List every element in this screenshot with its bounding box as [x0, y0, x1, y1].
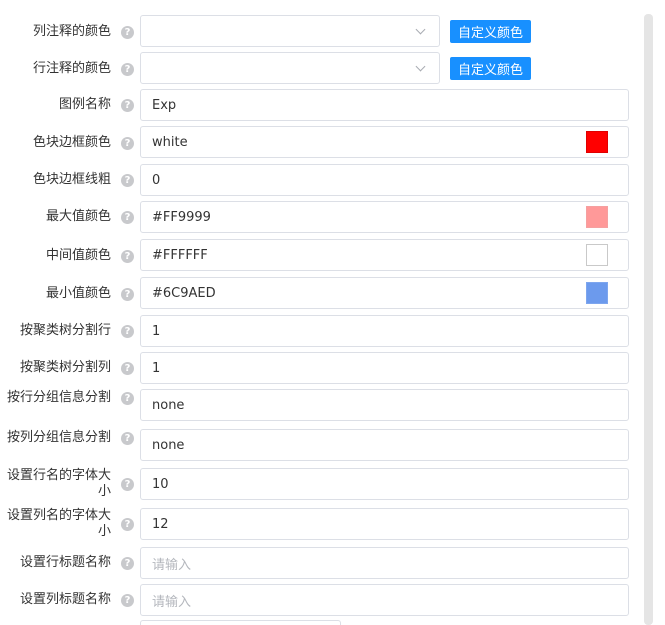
label: 图例名称	[58, 97, 111, 112]
label: 按聚类树分割行	[19, 323, 111, 338]
input-value: Exp	[152, 97, 177, 113]
row-split-cols-by-tree: 按聚类树分割列 ?	[0, 360, 134, 376]
row-col-title: 设置列标题名称 ?	[0, 592, 134, 608]
custom-color-button[interactable]: 自定义颜色	[450, 57, 532, 80]
input-value: 0	[152, 172, 161, 188]
col-name-font-size-input[interactable]: 12	[140, 508, 629, 540]
label: 设置列标题名称	[19, 592, 111, 607]
color-swatch[interactable]	[586, 244, 608, 266]
input-value: none	[152, 397, 185, 413]
row-split-by-col-groups: 按列分组信息分割 ?	[0, 430, 134, 446]
input-placeholder: 请输入	[152, 594, 192, 610]
label: 按聚类树分割列	[19, 360, 111, 375]
label: 设置列名的字体大小	[6, 508, 111, 539]
split-cols-by-tree-input[interactable]: 1	[140, 352, 629, 384]
help-icon[interactable]: ?	[121, 25, 134, 39]
help-icon[interactable]: ?	[121, 324, 134, 338]
row-row-annotation-color: 行注释的颜色 ?	[0, 61, 134, 77]
input-value: 10	[152, 476, 169, 492]
row-split-by-row-groups: 按行分组信息分割 ?	[0, 390, 134, 406]
custom-color-button[interactable]: 自定义颜色	[450, 20, 532, 43]
row-annotation-color-select[interactable]	[140, 52, 440, 84]
vertical-scrollbar[interactable]	[644, 14, 653, 625]
max-color-input[interactable]: #FF9999	[140, 201, 629, 233]
help-icon[interactable]: ?	[121, 210, 134, 224]
help-icon[interactable]: ?	[121, 249, 134, 263]
help-icon[interactable]: ?	[121, 431, 134, 445]
color-swatch[interactable]	[586, 131, 608, 153]
chevron-down-icon	[415, 24, 426, 34]
input-placeholder: 请输入	[152, 557, 192, 573]
help-icon[interactable]: ?	[121, 173, 134, 187]
color-swatch[interactable]	[586, 206, 608, 228]
input-value: none	[152, 437, 185, 453]
row-row-name-font-size: 设置行名的字体大小 ?	[0, 468, 134, 500]
row-mid-color: 中间值颜色 ?	[0, 248, 134, 264]
row-name-font-size-input[interactable]: 10	[140, 468, 629, 500]
split-by-row-groups-input[interactable]: none	[140, 389, 629, 421]
help-icon[interactable]: ?	[121, 98, 134, 112]
label: 色块边框线粗	[32, 172, 111, 187]
input-value: white	[152, 134, 188, 150]
label: 中间值颜色	[45, 248, 111, 263]
label: 最小值颜色	[45, 286, 111, 301]
row-legend-name: 图例名称 ?	[0, 97, 134, 113]
row-title-input[interactable]: 请输入	[140, 547, 629, 579]
row-min-color: 最小值颜色 ?	[0, 286, 134, 302]
label: 按行分组信息分割	[6, 390, 111, 405]
next-field-partial[interactable]	[140, 620, 341, 625]
help-icon[interactable]: ?	[121, 593, 134, 607]
color-swatch[interactable]	[586, 282, 608, 304]
row-split-rows-by-tree: 按聚类树分割行 ?	[0, 323, 134, 339]
cell-border-color-input[interactable]: white	[140, 126, 629, 158]
input-value: 12	[152, 516, 169, 532]
split-by-col-groups-input[interactable]: none	[140, 429, 629, 461]
min-color-input[interactable]: #6C9AED	[140, 277, 629, 309]
input-value: #6C9AED	[152, 285, 216, 301]
row-col-name-font-size: 设置列名的字体大小 ?	[0, 508, 134, 540]
label: 按列分组信息分割	[6, 430, 111, 445]
cell-border-width-input[interactable]: 0	[140, 164, 629, 196]
row-col-annotation-color: 列注释的颜色 ?	[0, 24, 134, 40]
legend-name-input[interactable]: Exp	[140, 89, 629, 121]
input-value: 1	[152, 360, 161, 376]
row-cell-border-color: 色块边框颜色 ?	[0, 135, 134, 151]
col-title-input[interactable]: 请输入	[140, 584, 629, 616]
label: 行注释的颜色	[32, 61, 111, 76]
label: 设置行名的字体大小	[6, 468, 111, 499]
help-icon[interactable]: ?	[121, 136, 134, 150]
input-value: #FF9999	[152, 209, 211, 225]
mid-color-input[interactable]: #FFFFFF	[140, 239, 629, 271]
help-icon[interactable]: ?	[121, 287, 134, 301]
split-rows-by-tree-input[interactable]: 1	[140, 315, 629, 347]
label: 列注释的颜色	[32, 24, 111, 39]
label: 色块边框颜色	[32, 135, 111, 150]
input-value: 1	[152, 323, 161, 339]
row-row-title: 设置行标题名称 ?	[0, 555, 134, 571]
label: 设置行标题名称	[19, 555, 111, 570]
row-cell-border-width: 色块边框线粗 ?	[0, 172, 134, 188]
label: 最大值颜色	[45, 209, 111, 224]
help-icon[interactable]: ?	[121, 361, 134, 375]
input-value: #FFFFFF	[152, 247, 208, 263]
chevron-down-icon	[415, 61, 426, 71]
row-max-color: 最大值颜色 ?	[0, 209, 134, 225]
help-icon[interactable]: ?	[121, 517, 134, 531]
col-annotation-color-select[interactable]	[140, 15, 440, 47]
help-icon[interactable]: ?	[121, 62, 134, 76]
help-icon[interactable]: ?	[121, 477, 134, 491]
help-icon[interactable]: ?	[121, 556, 134, 570]
help-icon[interactable]: ?	[121, 391, 134, 405]
